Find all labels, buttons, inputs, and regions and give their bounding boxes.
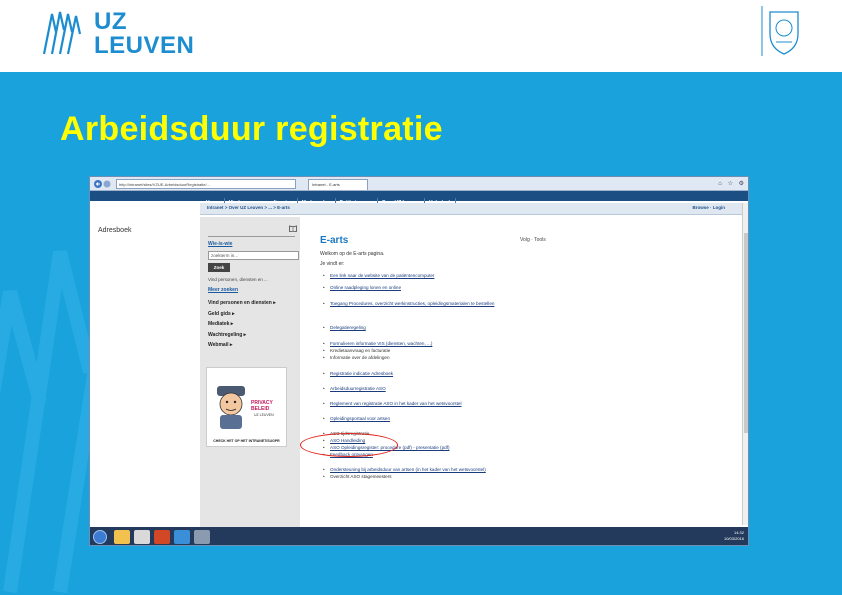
clock-date: 10/03/2016: [723, 536, 744, 541]
sidebar-menu-item[interactable]: Geld gids ▸: [208, 309, 276, 320]
breadcrumb-bar: Intranet > Over UZ Leuven > ... > E-arts…: [200, 203, 743, 215]
back-forward-icon[interactable]: [93, 179, 113, 189]
site-navigation: HomeVind personen en dienstenMedewerkerP…: [90, 191, 748, 208]
uz-leuven-logo: UZ LEUVEN: [40, 6, 200, 60]
privacy-policy-banner[interactable]: PRIVACY BELEID UZ LEUVEN CHECK HET OP HE…: [206, 367, 287, 447]
list-item[interactable]: Opleidingsportaal voor artsen: [323, 416, 390, 422]
sidebar-menu-item[interactable]: Wachtregeling ▸: [208, 330, 276, 341]
powerpoint-icon[interactable]: [154, 530, 170, 544]
media-player-icon[interactable]: [134, 530, 150, 544]
list-item[interactable]: Kredietaanvraag en facturatie: [323, 348, 390, 354]
intro-text-2: Je vindt er:: [320, 261, 345, 267]
sidebar-search-input[interactable]: zoekterm in...: [208, 251, 299, 260]
list-item[interactable]: Overzicht ASO stagemeesters: [323, 474, 391, 480]
page-title: E-arts: [320, 235, 349, 246]
windows-taskbar: 14:32 10/03/2016: [90, 527, 748, 545]
page-actions[interactable]: Volg · Tools: [520, 237, 546, 243]
address-book-icon: [289, 225, 297, 232]
sidebar-menu-item[interactable]: Vind personen en diensten ▸: [208, 298, 276, 309]
list-item[interactable]: Delegatieregeling: [323, 325, 366, 331]
sidebar-divider: [208, 236, 295, 237]
logo-line-uz: UZ: [94, 8, 127, 35]
sidebar-title: Adresboek: [98, 227, 132, 234]
start-button[interactable]: [93, 530, 107, 544]
list-item[interactable]: Ondersteuning bij arbeidsduur van artsen…: [323, 467, 486, 473]
list-item[interactable]: Informatie over de afdelingen: [323, 355, 389, 361]
slide-body: Arbeidsduur registratie http://intranet/…: [0, 72, 842, 595]
ku-leuven-seal-icon: [761, 6, 799, 56]
list-item[interactable]: Reglement van registratie ASO in het kad…: [323, 401, 461, 407]
sidebar-menu: Vind personen en diensten ▸ Geld gids ▸ …: [208, 298, 276, 351]
taskbar-clock[interactable]: 14:32 10/03/2016: [724, 530, 744, 542]
banner-sub: UZ LEUVEN: [254, 413, 274, 417]
browser-tab[interactable]: Intranet - E-arts: [308, 179, 368, 190]
sidebar-menu-item[interactable]: Mediatek ▸: [208, 319, 276, 330]
explorer-icon[interactable]: [114, 530, 130, 544]
slide-header: UZ LEUVEN: [0, 0, 842, 72]
list-item[interactable]: Een link naar de website van de patiënte…: [323, 273, 434, 279]
sidebar-search-button[interactable]: Zoek: [208, 263, 230, 272]
banner-brand: PRIVACY BELEID: [251, 400, 273, 412]
who-is-who-link[interactable]: Wie-is-wie: [208, 241, 232, 247]
banner-caption: CHECK HET OP HET INTRANET/SUGPR: [213, 439, 280, 443]
list-item[interactable]: Arbeidsduurregistratie ASO: [323, 386, 386, 392]
internet-explorer-icon[interactable]: [174, 530, 190, 544]
sidebar-menu-item[interactable]: Webmail ▸: [208, 340, 276, 351]
address-bar[interactable]: http://intranet/sites/VZUE-ArbeidsduurRe…: [116, 179, 296, 189]
list-item[interactable]: Registratie indicatie Adresboek: [323, 371, 393, 377]
list-item[interactable]: Formulieren informatie VIS (diensten, wa…: [323, 341, 432, 347]
uz-leuven-logo-icon: [42, 11, 82, 55]
browser-tools-icons[interactable]: ⌂ ☆ ⚙: [718, 180, 746, 187]
page-scrollbar[interactable]: [742, 203, 748, 525]
intranet-screenshot: http://intranet/sites/VZUE-ArbeidsduurRe…: [89, 176, 749, 546]
list-item[interactable]: Toegang Procedures, overzicht werkinstru…: [323, 301, 494, 307]
highlight-ellipse: [300, 433, 398, 457]
sidebar-note: Vind personen, diensten en ...: [208, 277, 268, 282]
app-icon[interactable]: [194, 530, 210, 544]
slide-title: Arbeidsduur registratie: [60, 110, 443, 148]
scrollbar-thumb[interactable]: [744, 233, 748, 433]
breadcrumb[interactable]: Intranet > Over UZ Leuven > ... > E-arts: [207, 205, 290, 210]
browse-login-links[interactable]: Browse · Login: [693, 205, 726, 210]
logo-line-leuven: LEUVEN: [94, 32, 195, 59]
intro-text: Welkom op de E-arts pagina.: [320, 251, 385, 257]
list-item[interactable]: Online raadpleging lonen en online: [323, 285, 401, 291]
browser-toolbar: http://intranet/sites/VZUE-ArbeidsduurRe…: [90, 177, 748, 191]
search-more-link[interactable]: Meer zoeken: [208, 287, 238, 293]
mascot-illustration: [217, 386, 245, 429]
